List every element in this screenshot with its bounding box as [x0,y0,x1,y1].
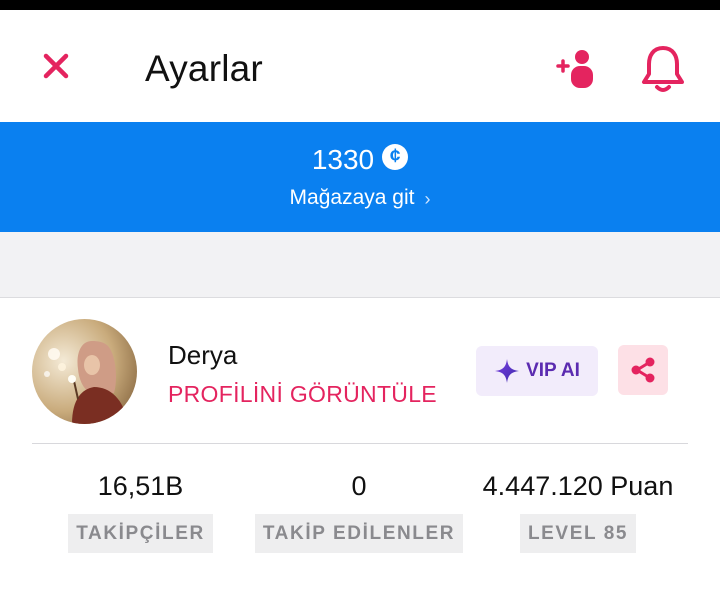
app-header: Ayarlar [0,10,720,122]
stat-followers: 16,51B TAKİPÇİLER [65,471,216,553]
bell-icon [642,46,684,92]
points-value: 4.447.120 Puan [482,471,674,501]
go-to-store-link[interactable]: Mağazaya git › [0,186,720,210]
coin-amount: 1330 [311,144,375,175]
vip-ai-label: VIP AI [526,360,580,381]
avatar[interactable] [32,319,137,424]
close-button[interactable] [38,48,74,84]
view-profile-link[interactable]: PROFİLİNİ GÖRÜNTÜLE [168,381,437,408]
vip-ai-button[interactable]: VIP AI [476,346,598,396]
section-spacer [0,232,720,298]
followers-count: 16,51B [97,471,184,501]
chevron-right-icon: › [424,188,431,209]
share-icon [631,357,655,383]
divider [32,443,688,444]
share-button[interactable] [618,345,668,395]
add-friend-icon [556,50,593,88]
level-badge[interactable]: LEVEL 85 [519,514,637,553]
store-link-label: Mağazaya git [289,186,415,209]
followers-label[interactable]: TAKİPÇİLER [68,514,213,553]
avatar-photo [32,319,137,424]
page-title: Ayarlar [145,48,263,89]
status-bar-edge [0,0,720,10]
add-friend-button[interactable] [552,44,602,94]
coin-banner: 1330 ¢ Mağazaya git › [0,122,720,232]
coin-balance: 1330 ¢ [0,144,720,176]
close-icon [43,53,69,79]
sparkle-icon [495,359,520,383]
following-label[interactable]: TAKİP EDİLENLER [254,514,464,553]
stat-points: 4.447.120 Puan LEVEL 85 [468,471,688,553]
notifications-button[interactable] [638,42,688,96]
stat-following: 0 TAKİP EDİLENLER [250,471,468,553]
coin-icon: ¢ [382,144,409,170]
username: Derya [168,340,238,370]
profile-card: Derya PROFİLİNİ GÖRÜNTÜLE VIP AI 16,51B … [0,299,720,594]
following-count: 0 [351,471,367,501]
